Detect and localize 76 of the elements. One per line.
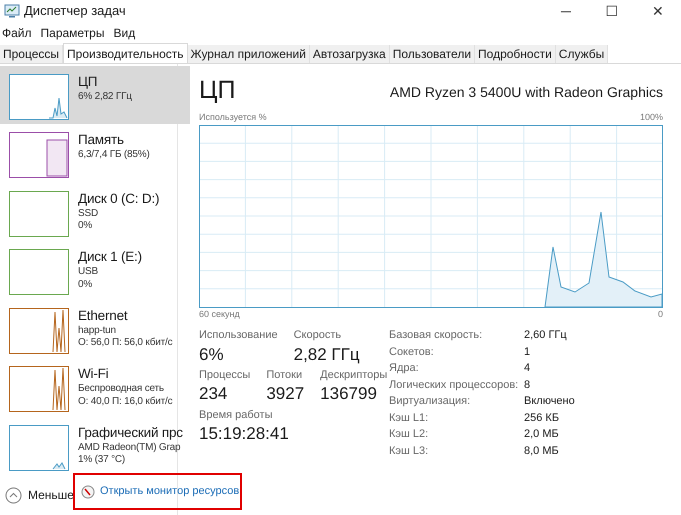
item-detail: О: 40,0 П: 16,0 кбит/с	[78, 396, 172, 408]
menu-item[interactable]: Файл	[2, 24, 32, 42]
stat-value: 3927	[266, 383, 304, 404]
tab[interactable]: Службы	[556, 45, 608, 63]
graph-min: 0	[658, 308, 663, 320]
menu-item[interactable]: Параметры	[40, 24, 104, 42]
item-detail: 0%	[78, 220, 94, 233]
item-detail: happ-tun	[78, 324, 117, 338]
sidebar-item[interactable]: Диск 0 (C: D:) SSD 0%	[0, 182, 190, 242]
item-title: Память	[78, 132, 125, 150]
tab[interactable]: Подробности	[475, 45, 556, 63]
item-detail: 1% (37 °C)	[78, 454, 126, 467]
detail-value: Включено	[524, 394, 575, 409]
sidebar-item[interactable]: ЦП 6% 2,82 ГГц	[0, 66, 190, 124]
graph-max: 100%	[640, 111, 663, 124]
menu-item[interactable]: Вид	[113, 24, 136, 42]
collapse-button[interactable]: Меньше	[5, 486, 74, 504]
sidebar-item[interactable]: Графический прс AMD Radeon(TM) Grap 1% (37 °C)	[0, 416, 190, 476]
item-detail: О: 56,0 П: 56,0 кбит/с	[78, 337, 172, 350]
sidebar-item[interactable]: Wi-Fi Беспроводная сеть О: 40,0 П: 16,0 кбит/с	[0, 358, 190, 417]
stat-label: Потоки	[266, 368, 304, 383]
stat-value: 15:19:28:41	[199, 423, 289, 444]
item-title: Wi-Fi	[78, 366, 110, 384]
chevron-up-icon	[5, 486, 22, 504]
detail-value: 2,0 МБ	[524, 427, 559, 442]
item-detail: AMD Radeon(TM) Grap	[78, 442, 182, 454]
tab[interactable]: Процессы	[0, 45, 64, 63]
panel-title: ЦП	[199, 78, 236, 103]
detail-label: Логических процессоров:	[389, 378, 520, 392]
item-title: ЦП	[78, 74, 98, 91]
graph-label: Используется %	[199, 111, 267, 124]
item-detail: SSD	[78, 208, 99, 220]
detail-value: 4	[524, 361, 530, 376]
detail-label: Виртуализация:	[389, 394, 472, 409]
tab[interactable]: Автозагрузка	[310, 45, 390, 63]
window-title: Диспетчер задач	[24, 2, 126, 20]
stat-label: Использование	[199, 328, 278, 343]
stat-label: Процессы	[199, 368, 250, 383]
detail-value: 256 КБ	[524, 410, 560, 426]
detail-label: Базовая скорость:	[389, 328, 484, 343]
sidebar-item[interactable]: Ethernet happ-tun О: 56,0 П: 56,0 кбит/с	[0, 300, 190, 358]
item-title: Графический прс	[78, 424, 183, 442]
item-title: Ethernet	[78, 308, 128, 325]
tab[interactable]: Производительность	[63, 43, 188, 63]
stat-value: 2,82 ГГц	[294, 344, 360, 365]
detail-value: 2,60 ГГц	[524, 328, 567, 343]
monitor-icon	[4, 4, 20, 18]
resource-monitor-link[interactable]: Открыть монитор ресурсов	[81, 483, 240, 500]
sidebar-item[interactable]: Диск 1 (E:) USB 0%	[0, 241, 190, 300]
detail-label: Кэш L2:	[389, 427, 430, 442]
item-detail: 6% 2,82 ГГц	[78, 90, 132, 104]
detail-label: Сокетов:	[389, 344, 435, 360]
detail-value: 1	[524, 344, 530, 360]
item-detail: USB	[78, 266, 99, 279]
item-detail: 0%	[78, 278, 94, 292]
item-detail: 6,3/7,4 ГБ (85%)	[78, 149, 150, 162]
stat-label: Время работы	[199, 408, 274, 422]
stat-label: Скорость	[294, 328, 342, 343]
item-title: Диск 1 (E:)	[78, 249, 142, 266]
detail-label: Кэш L3:	[389, 444, 430, 458]
detail-value: 8,0 МБ	[524, 444, 559, 458]
item-detail: Беспроводная сеть	[78, 383, 165, 396]
tab[interactable]: Пользователи	[390, 45, 476, 63]
cpu-model: AMD Ryzen 3 5400U with Radeon Graphics	[390, 83, 663, 102]
gauge-icon	[81, 484, 95, 498]
stat-value: 136799	[320, 383, 378, 404]
detail-value: 8	[524, 378, 530, 392]
stat-value: 234	[199, 383, 228, 404]
tab[interactable]: Журнал приложений	[188, 45, 310, 63]
sidebar-item[interactable]: Память 6,3/7,4 ГБ (85%)	[0, 124, 190, 183]
stat-value: 6%	[199, 344, 225, 365]
item-title: Диск 0 (C: D:)	[78, 190, 160, 208]
stat-label: Дескрипторы	[320, 368, 388, 383]
detail-label: Ядра:	[389, 361, 420, 376]
graph-time: 60 секунд	[199, 308, 240, 321]
detail-label: Кэш L1:	[389, 410, 430, 426]
